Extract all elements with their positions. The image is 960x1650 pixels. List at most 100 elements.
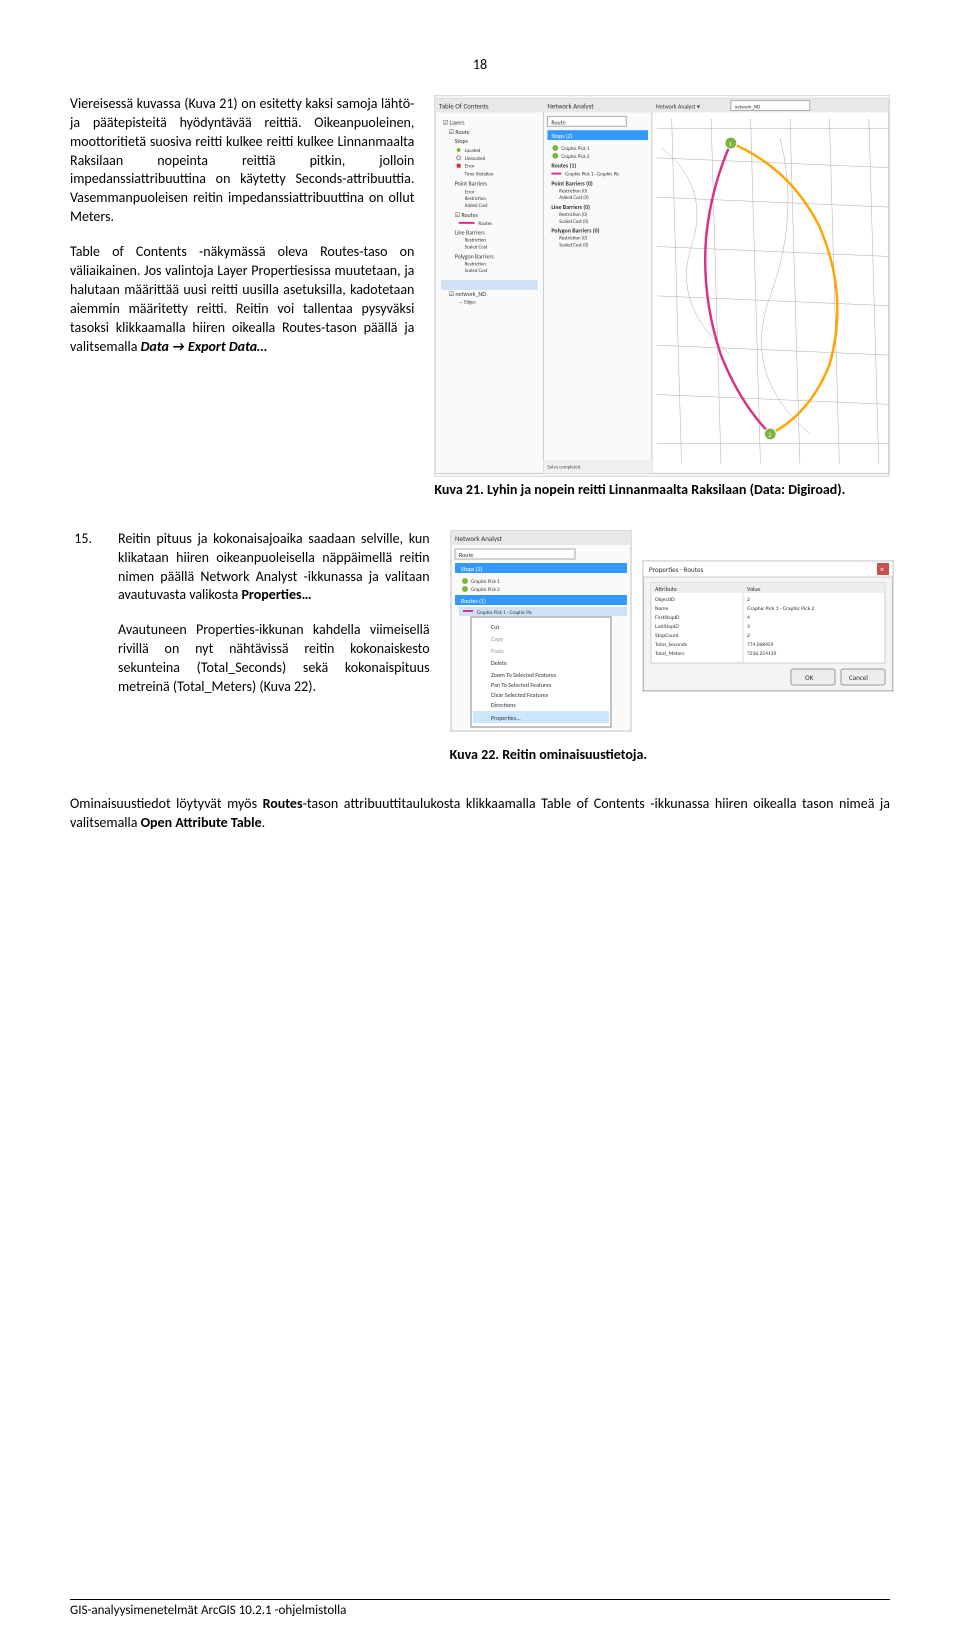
cm-route-item: Graphic Pick 1 - Graphic Pic [477,610,533,616]
cm-copy: Copy [491,635,503,643]
pd-cancel: Cancel [849,673,868,682]
pd-r6b: 774,068459 [747,642,774,648]
toc-unlocated: Unlocated [465,156,486,162]
cm-gp1: Graphic Pick 1 [471,579,500,585]
caption-figure-22: Kuva 22. Reitin ominaisuustietoja. [450,746,648,765]
pd-r2b: Graphic Pick 1 - Graphic Pick 2 [747,606,814,612]
toc-edges: — Edges [459,300,476,306]
toc-layers: ☑ Layers [443,118,465,126]
toc-polybarriers: Polygon Barriers [455,252,495,260]
na-lb-header: Line Barriers (0) [552,203,591,211]
cm-delete: Delete [491,659,507,667]
toc-routes: ☑ Routes [455,211,479,219]
toc-lb-restriction: Restriction [465,238,487,244]
step-15-para-a: Reitin pituus ja kokonaisajoaika saadaan… [118,530,430,606]
na-lb-sc: Scaled Cost (0) [560,218,590,225]
toc-selected-row [441,280,538,290]
cm-paste: Paste [491,647,504,655]
bottom-paragraph: Ominaisuustiedot löytyvät myös Routes-ta… [70,795,890,833]
na-stop2-dot [553,153,559,159]
toc-located: Located [465,148,481,154]
cm-stops: Stops (2) [461,565,483,573]
bottom-b: Routes [263,795,303,812]
toc-header-text: Table Of Contents [439,101,489,110]
toc-pgb-scaled: Scaled Cost [465,268,488,274]
toc-pb-restriction: Restriction [465,196,487,202]
na-pb-r: Restriction (0) [560,187,589,194]
pd-r2a: Name [655,606,669,612]
caption-21-text: Kuva 21. Lyhin ja nopein reitti Linnanma… [434,481,845,498]
na-stop1-dot [553,145,559,151]
pd-r7a: Total_Meters [655,651,684,657]
start-marker-num: 1 [729,140,732,148]
cm-routes1: Routes (1) [461,597,486,605]
paragraph-2-command: Data → Export Data… [141,338,268,355]
pd-r3b: 4 [747,615,750,621]
pd-r1b: 2 [747,597,750,603]
cm-cut: Cut [491,623,499,631]
na-panel-bg [544,99,652,474]
located-dot [457,148,461,152]
toc-linebarriers: Line Barriers [455,229,486,237]
figure-21-screenshot: Table Of Contents ☑ Layers ☑ Route Stops… [434,95,890,477]
na-header-text: Network Analyst [548,101,595,110]
error-dot [457,164,461,168]
na-pgb-r: Restriction (0) [560,235,589,242]
pd-ok: OK [805,673,814,682]
cm-directions: Directions [491,701,516,709]
toc-pb-addedcost: Added Cost [465,203,488,209]
toc-timeviol: Time Violation [465,171,494,177]
cm-gp2: Graphic Pick 2 [471,587,500,593]
step-15-text: Reitin pituus ja kokonaisajoaika saadaan… [118,530,430,765]
pd-r7b: 7236,254139 [747,651,776,657]
paragraph-1: Viereisessä kuvassa (Kuva 21) on esitett… [70,95,414,227]
bottom-e: . [262,814,266,831]
section-figure21: Viereisessä kuvassa (Kuva 21) on esitett… [70,95,890,500]
svg-text:×: × [880,565,884,575]
cm-zoom: Zoom To Selected Features [491,671,557,679]
step-15-b: Properties… [241,586,311,603]
na-stop1: Graphic Pick 1 [562,146,591,152]
cm-route: Route [459,551,473,559]
figure-22-column: Network Analyst Route Stops (2) Graphic … [450,530,894,765]
toc-stops: Stops [455,137,469,145]
na-lb-r: Restriction (0) [560,211,589,218]
na-pb-ac: Added Cost (0) [560,194,590,201]
na-route-item: Graphic Pick 1 - Graphic Pic [566,171,620,177]
end-marker-num: 2 [769,431,772,439]
page-footer: GIS-analyysimenetelmät ArcGIS 10.2.1 -oh… [70,1599,890,1620]
cm-pan: Pan To Selected Features [491,681,552,689]
pd-h2: Value [747,585,760,593]
toc-lb-scaled: Scaled Cost [465,244,488,250]
contextmenu-svg: Network Analyst Route Stops (2) Graphic … [451,531,631,731]
step-15-para-c: Avautuneen Properties-ikkunan kahdella v… [118,621,430,697]
pd-title: Properties - Routes [649,565,703,574]
properties-svg: Properties - Routes × Attribute Value Ob… [643,561,893,691]
toc-pb-error: Error [465,189,475,195]
pd-h1: Attribute [655,585,677,593]
toc-networknd: ☑ network_ND [449,290,486,298]
map-toolbar-label: Network Analyst ▾ [656,102,700,110]
na-route-label: Route [552,118,566,126]
arcgis-map-svg: Table Of Contents ☑ Layers ☑ Route Stops… [435,96,889,476]
na-pgb-sc: Scaled Cost (0) [560,241,590,248]
toc-error: Error [465,164,475,170]
figure-22-contextmenu: Network Analyst Route Stops (2) Graphic … [450,530,632,732]
figure-22-properties: Properties - Routes × Attribute Value Ob… [642,560,894,692]
text-column-1: Viereisessä kuvassa (Kuva 21) on esitett… [70,95,414,500]
na-pgb-header: Polygon Barriers (0) [552,227,600,235]
toc-routes-label: Routes [479,221,493,227]
page-number: 18 [70,56,890,75]
cm-properties: Properties... [491,714,521,722]
bottom-d: Open Attribute Table [141,814,262,831]
na-stops-header: Stops (2) [552,132,573,140]
caption-22-text: Kuva 22. Reitin ominaisuustietoja. [450,746,648,763]
pd-r3a: FirstStopID [655,615,680,621]
map-nd-label: network_ND [735,104,760,110]
pd-r6a: Total_Seconds [655,642,687,648]
bottom-a: Ominaisuustiedot löytyvät myös [70,795,263,812]
cm-header: Network Analyst [455,534,503,543]
figure-column-1: Table Of Contents ☑ Layers ☑ Route Stops… [434,95,890,500]
pd-r1a: ObjectID [655,597,675,603]
toc-route: ☑ Route [449,128,470,136]
